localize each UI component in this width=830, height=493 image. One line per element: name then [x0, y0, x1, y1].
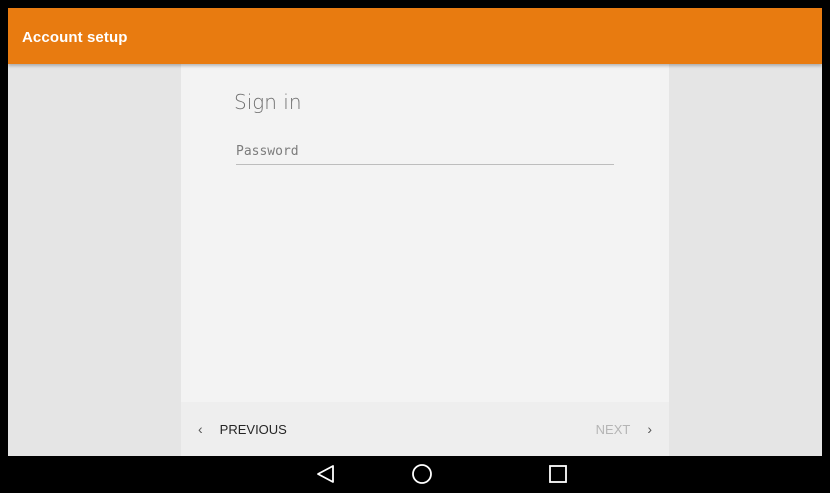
previous-button[interactable]: ‹ PREVIOUS — [198, 421, 287, 437]
home-circle-icon — [412, 464, 432, 484]
recents-square-icon — [549, 465, 567, 483]
system-navigation-bar — [8, 456, 822, 493]
back-button[interactable] — [314, 462, 338, 486]
home-button[interactable] — [410, 462, 434, 486]
app-bar-title: Account setup — [22, 29, 128, 46]
sign-in-heading: Sign in — [234, 90, 302, 114]
wizard-bottom-bar: ‹ PREVIOUS NEXT › — [181, 402, 669, 456]
recents-button[interactable] — [546, 462, 570, 486]
app-bar: Account setup — [8, 8, 822, 64]
password-field[interactable] — [236, 140, 614, 165]
chevron-left-icon: ‹ — [198, 421, 203, 437]
next-label: NEXT — [595, 421, 631, 437]
previous-label: PREVIOUS — [219, 421, 287, 437]
sign-in-card: Sign in ‹ PREVIOUS NEXT › — [181, 64, 669, 456]
chevron-right-icon: › — [647, 421, 652, 437]
next-button[interactable]: NEXT › — [596, 421, 652, 437]
back-triangle-icon — [317, 465, 334, 483]
device-screen: Account setup Sign in ‹ PREVIOUS NEXT › — [8, 8, 822, 456]
